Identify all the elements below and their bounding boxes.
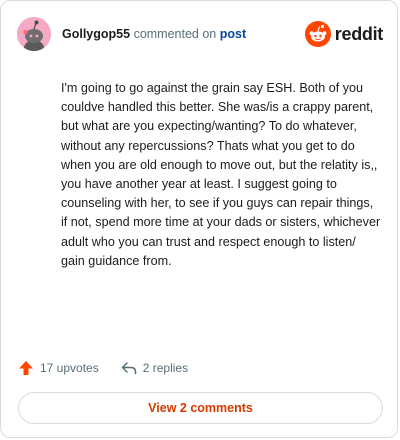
upvote-arrow-icon [19,361,33,375]
reddit-logo[interactable]: reddit [304,21,384,47]
replies-button[interactable]: 2 replies [121,360,188,376]
comment-actions: 17 upvotes 2 replies [18,359,188,377]
comment-byline: Gollygop55 commented on post [62,27,246,41]
reply-arrow-icon [121,362,136,375]
avatar[interactable] [17,17,51,51]
upvote-count: 17 upvotes [40,361,99,375]
byline-action-text: commented on [133,27,217,41]
comment-body: I'm going to go against the grain say ES… [61,81,381,268]
upvote-button[interactable]: 17 upvotes [18,360,99,376]
view-comments-button[interactable]: View 2 comments [18,392,383,424]
reddit-wordmark: reddit [334,23,384,44]
replies-count: 2 replies [142,361,189,375]
snoo-avatar-icon [17,17,51,51]
author-name[interactable]: Gollygop55 [62,27,130,41]
comment-header: Gollygop55 commented on post reddit [17,17,383,51]
comment-card: Gollygop55 commented on post reddit I'm … [0,0,398,438]
reddit-logo-icon [304,21,331,47]
post-link[interactable]: post [220,27,246,41]
